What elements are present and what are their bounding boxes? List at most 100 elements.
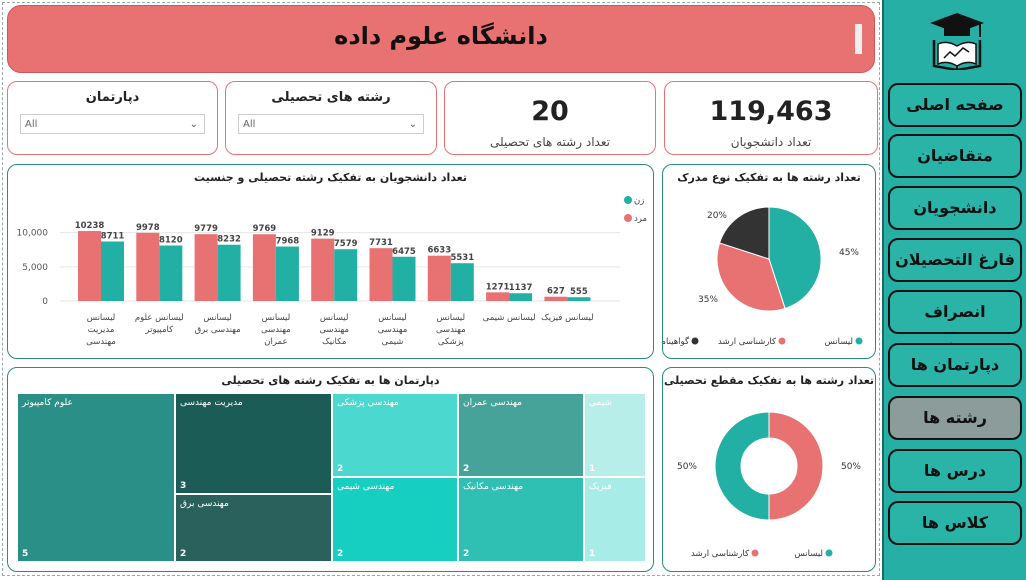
treemap-cell-label: مهندسی مکانیک bbox=[463, 482, 524, 492]
bar-value-label: 7968 bbox=[276, 237, 300, 247]
chevron-down-icon: ⌄ bbox=[189, 119, 198, 130]
bar-male bbox=[544, 296, 568, 301]
legend-label: لیسانس bbox=[794, 549, 823, 559]
majors-count-value: 20 bbox=[531, 96, 569, 127]
bar-female bbox=[217, 244, 241, 301]
bar-value-label: 9779 bbox=[194, 224, 218, 234]
treemap-cell-label: فیزیک bbox=[589, 482, 612, 492]
nav-item-4[interactable]: انصراف دهندگان bbox=[888, 290, 1022, 361]
treemap-cell-label: مهندسی برق bbox=[180, 499, 229, 509]
department-dropdown-value: All bbox=[25, 119, 38, 130]
treemap-cell-label: مهندسی عمران bbox=[463, 398, 522, 408]
nav-item-2[interactable]: دانشجویان bbox=[888, 186, 1022, 230]
bar-value-label: 6633 bbox=[427, 246, 451, 256]
nav-item-8[interactable]: کلاس ها bbox=[888, 501, 1022, 545]
nav-item-0[interactable]: صفحه اصلی bbox=[888, 83, 1022, 127]
x-tick-label: عمران bbox=[264, 337, 287, 347]
treemap-cell-count: 1 bbox=[589, 549, 596, 559]
legend-swatch bbox=[855, 337, 863, 345]
department-slicer[interactable]: دپارتمان All ⌄ bbox=[7, 81, 218, 155]
bar-value-label: 7579 bbox=[334, 239, 358, 249]
departments-treemap: علوم کامپیوتر 5 مدیریت مهندسی 3 مهندسی برق 2 م… bbox=[17, 393, 646, 562]
x-tick-label: مهندسی bbox=[86, 337, 116, 347]
graduation-cap-logo-icon bbox=[930, 13, 984, 70]
departments-treemap-card: دپارتمان ها به تفکیک رشته های تحصیلی علو… bbox=[7, 367, 654, 572]
x-tick-label: لیسانس bbox=[203, 313, 232, 323]
bar-female bbox=[159, 245, 183, 301]
nav-item-6[interactable]: رشته ها bbox=[888, 396, 1022, 440]
legend-swatch bbox=[624, 196, 632, 204]
x-tick-label: کامپیوتر bbox=[144, 325, 174, 335]
treemap-title: دپارتمان ها به تفکیک رشته های تحصیلی bbox=[221, 374, 440, 387]
x-tick-label: پزشکی bbox=[438, 337, 465, 347]
donut-slice bbox=[768, 411, 824, 521]
bar-value-label: 1271 bbox=[486, 282, 510, 292]
treemap-cell[interactable]: مهندسی برق 2 bbox=[175, 494, 332, 562]
bar-value-label: 5531 bbox=[450, 253, 474, 263]
bar-value-label: 9769 bbox=[253, 224, 277, 234]
treemap-cell-label: شیمی bbox=[589, 398, 612, 408]
x-tick-label: لیسانس bbox=[87, 313, 116, 323]
bar-female bbox=[567, 297, 591, 301]
bar-male bbox=[427, 255, 451, 301]
bar-value-label: 8232 bbox=[217, 235, 241, 245]
nav-item-1[interactable]: متقاضیان bbox=[888, 134, 1022, 178]
bar-value-label: 6475 bbox=[392, 247, 416, 257]
treemap-cell-label: مدیریت مهندسی bbox=[180, 398, 243, 408]
treemap-cell[interactable]: مدیریت مهندسی 3 bbox=[175, 393, 332, 494]
x-tick-label: مهندسی bbox=[261, 325, 291, 335]
pie-data-label: 35% bbox=[698, 295, 718, 305]
bar-male bbox=[78, 231, 101, 301]
x-tick-label: مهندسی bbox=[319, 325, 349, 335]
treemap-cell[interactable]: مهندسی عمران 2 bbox=[458, 393, 584, 477]
majors-by-level-chart: تعداد رشته ها به تفکیک مقطع تحصیلی 50% 50… bbox=[662, 367, 876, 572]
bar-male bbox=[486, 292, 510, 301]
bar-male bbox=[194, 234, 218, 301]
majors-count-label: تعداد رشته های تحصیلی bbox=[490, 135, 610, 149]
treemap-cell-count: 5 bbox=[22, 549, 29, 559]
x-tick-label: لیسانس فیزیک bbox=[541, 313, 594, 323]
pie-data-label: 20% bbox=[707, 211, 727, 221]
major-slicer[interactable]: رشته های تحصیلی All ⌄ bbox=[225, 81, 437, 155]
legend-swatch bbox=[624, 214, 632, 222]
bar-female bbox=[392, 256, 416, 301]
page-header: دانشگاه علوم داده bbox=[7, 5, 875, 73]
treemap-cell[interactable]: مهندسی شیمی 2 bbox=[332, 477, 458, 562]
treemap-cell-count: 2 bbox=[463, 549, 470, 559]
bar-value-label: 9129 bbox=[311, 229, 335, 239]
x-tick-label: شیمی bbox=[382, 337, 404, 347]
department-dropdown[interactable]: All ⌄ bbox=[20, 114, 205, 134]
bar-female bbox=[509, 293, 533, 301]
nav-item-7[interactable]: درس ها bbox=[888, 449, 1022, 493]
treemap-cell[interactable]: علوم کامپیوتر 5 bbox=[17, 393, 175, 562]
treemap-cell-count: 2 bbox=[337, 549, 344, 559]
treemap-cell[interactable]: مهندسی پزشکی 2 bbox=[332, 393, 458, 477]
treemap-cell[interactable]: مهندسی مکانیک 2 bbox=[458, 477, 584, 562]
x-tick-label: مکانیک bbox=[322, 337, 346, 347]
treemap-cell-label: مهندسی پزشکی bbox=[337, 398, 399, 408]
legend-label: کارشناسی ارشد bbox=[718, 337, 777, 347]
treemap-cell[interactable]: فیزیک 1 bbox=[584, 477, 646, 562]
bar-value-label: 9978 bbox=[136, 223, 160, 233]
bar-chart-svg: 10,000 5,000 0 102388711 لیسانس مدیریت مهندسی 9… bbox=[17, 196, 647, 347]
donut-slice bbox=[714, 411, 770, 521]
treemap-cell-count: 2 bbox=[463, 464, 470, 474]
treemap-cell-label: مهندسی شیمی bbox=[337, 482, 395, 492]
students-by-major-gender-chart: تعداد دانشجویان به تفکیک رشته تحصیلی و ج… bbox=[7, 164, 654, 359]
nav-item-5[interactable]: دپارتمان ها bbox=[888, 343, 1022, 387]
bar-male bbox=[136, 232, 160, 301]
students-count-card: 119,463 تعداد دانشجویان bbox=[664, 81, 878, 155]
treemap-cell[interactable]: شیمی 1 bbox=[584, 393, 646, 477]
major-dropdown[interactable]: All ⌄ bbox=[238, 114, 424, 134]
legend-label: زن bbox=[634, 196, 644, 206]
bar-female bbox=[450, 263, 474, 301]
legend-label: مرد bbox=[634, 214, 647, 224]
legend-label: گواهینامه bbox=[663, 336, 690, 347]
bar-value-label: 7731 bbox=[369, 238, 393, 248]
bar-value-label: 627 bbox=[547, 287, 565, 297]
treemap-cell-count: 3 bbox=[180, 481, 187, 491]
chevron-down-icon: ⌄ bbox=[408, 119, 417, 130]
nav-item-3[interactable]: فارغ التحصیلان bbox=[888, 238, 1022, 282]
header-scrollbar[interactable] bbox=[855, 24, 862, 54]
bar-male bbox=[252, 234, 276, 301]
